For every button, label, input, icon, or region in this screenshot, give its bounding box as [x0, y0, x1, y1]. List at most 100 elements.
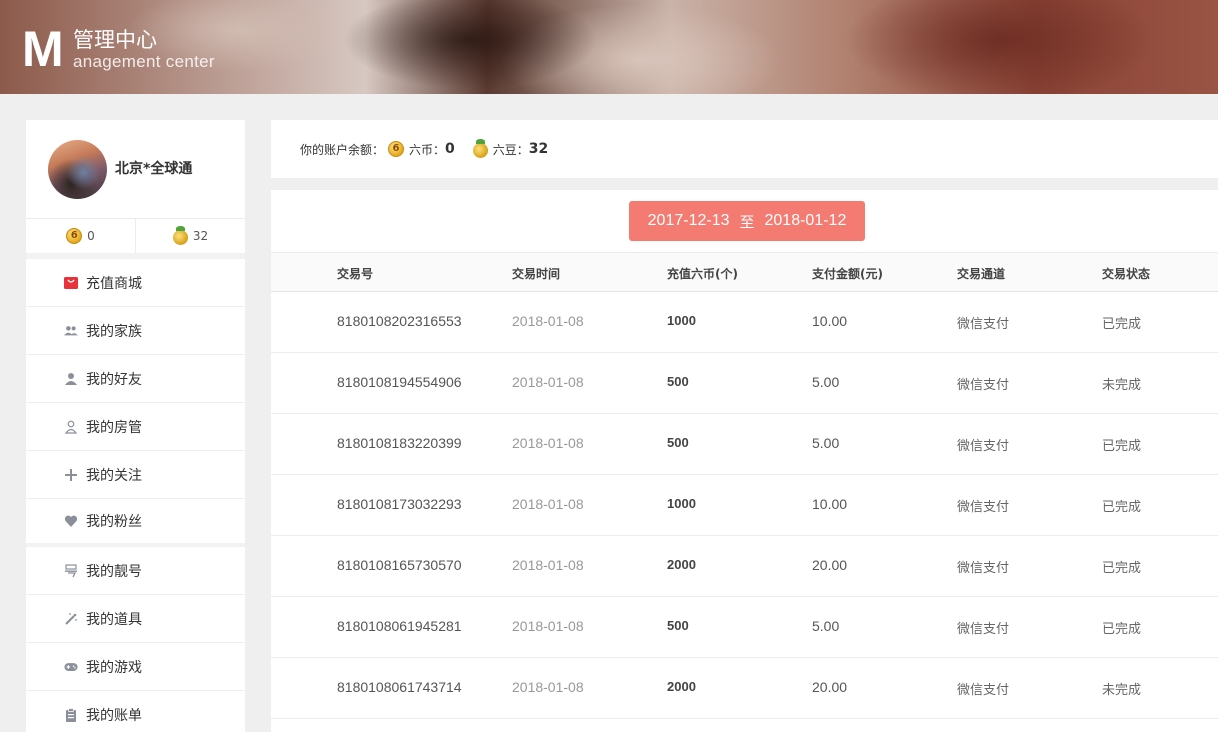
- cell-channel: 微信支付: [957, 622, 1010, 637]
- sidebar-item-label: 充值商城: [86, 275, 142, 292]
- cell-time: 2018-01-08: [512, 679, 584, 695]
- sidebar-item-family[interactable]: 我的家族: [26, 307, 245, 355]
- cell-id: 8180108202316553: [337, 313, 462, 329]
- sidebar-item-label: 我的账单: [86, 707, 142, 724]
- cell-status: 已完成: [1102, 561, 1142, 576]
- cell-status: 未完成: [1102, 378, 1142, 393]
- cell-channel: 微信支付: [957, 561, 1010, 576]
- wand-icon: [64, 612, 78, 626]
- coin-icon: 6: [388, 141, 405, 157]
- sidebar-item-shop[interactable]: 充值商城: [26, 259, 245, 307]
- header-amount: 支付金额(元): [812, 267, 883, 281]
- cell-status: 已完成: [1102, 622, 1142, 637]
- coin-icon: 6: [66, 228, 83, 244]
- cell-channel: 微信支付: [957, 500, 1010, 515]
- avatar[interactable]: [48, 140, 107, 199]
- cell-status: 已完成: [1102, 500, 1142, 515]
- cell-amount: 5.00: [812, 618, 840, 634]
- cell-time: 2018-01-08: [512, 313, 584, 329]
- header-id: 交易号: [337, 267, 374, 281]
- sidebar-item-following[interactable]: 我的关注: [26, 451, 245, 499]
- divider: [271, 178, 1218, 190]
- username: 北京*全球通: [115, 161, 193, 177]
- cell-channel: 微信支付: [957, 683, 1010, 698]
- table-row: 8180108202316553 2018-01-08 1000 10.00 微…: [271, 292, 1218, 353]
- cell-amount: 5.00: [812, 435, 840, 451]
- cell-status: 未完成: [1102, 683, 1142, 698]
- gamepad-icon: [64, 660, 78, 674]
- sidebar-item-label: 我的家族: [86, 323, 142, 340]
- plus-icon: [64, 468, 78, 482]
- date-range-button[interactable]: 2017-12-13 至 2018-01-12: [629, 201, 865, 241]
- heart-icon: [64, 514, 78, 528]
- table-row: 8180108173032293 2018-01-08 1000 10.00 微…: [271, 475, 1218, 536]
- profile-card: 北京*全球通: [26, 120, 245, 219]
- cell-id: 8180108183220399: [337, 435, 462, 451]
- sidebar-item-friends[interactable]: 我的好友: [26, 355, 245, 403]
- cell-channel: 微信支付: [957, 439, 1010, 454]
- account-balance-bar: 你的账户余额： 6 六币： 0 六豆： 32: [271, 120, 1218, 178]
- shop-icon: [64, 276, 78, 290]
- header-channel: 交易通道: [957, 267, 1006, 281]
- main-content: 你的账户余额： 6 六币： 0 六豆： 32 2017-12-13 至 2018…: [271, 120, 1218, 732]
- sidebar-item-label: 我的房管: [86, 419, 142, 436]
- cell-id: 8180108061945281: [337, 618, 462, 634]
- cell-time: 2018-01-08: [512, 435, 584, 451]
- table-row: 8180108061743714 2018-01-08 2000 20.00 微…: [271, 658, 1218, 719]
- cell-amount: 10.00: [812, 313, 848, 329]
- sidebar-item-props[interactable]: 我的道具: [26, 595, 245, 643]
- sidebar-item-fans[interactable]: 我的粉丝: [26, 499, 245, 547]
- date-end: 2018-01-12: [764, 212, 847, 229]
- bean-icon: [472, 138, 488, 158]
- logo-subtitle: anagement center: [73, 52, 215, 71]
- sidebar-item-label: 我的道具: [86, 611, 142, 628]
- friend-icon: [64, 372, 78, 386]
- bean-value: 32: [528, 141, 549, 157]
- cell-coins: 1000: [667, 313, 696, 328]
- coin-balance-value: 0: [87, 229, 95, 243]
- coin-label: 六币：: [409, 142, 446, 157]
- cell-time: 2018-01-08: [512, 374, 584, 390]
- coin-value: 0: [445, 141, 455, 157]
- sidebar-item-label: 我的关注: [86, 467, 142, 484]
- cell-amount: 5.00: [812, 374, 840, 390]
- logo-title: 管理中心: [73, 28, 157, 52]
- cell-coins: 2000: [667, 557, 696, 572]
- cell-coins: 500: [667, 618, 689, 633]
- sidebar-item-numbers[interactable]: 我的靓号: [26, 547, 245, 595]
- cell-coins: 500: [667, 374, 689, 389]
- cell-coins: 1000: [667, 496, 696, 511]
- table-row: 8180108194554906 2018-01-08 500 5.00 微信支…: [271, 353, 1218, 414]
- cell-channel: 微信支付: [957, 378, 1010, 393]
- bean-label: 六豆：: [492, 142, 529, 157]
- admin-icon: [64, 420, 78, 434]
- cell-amount: 20.00: [812, 557, 848, 573]
- bill-icon: [64, 707, 78, 722]
- header-time: 交易时间: [512, 267, 561, 281]
- sidebar-item-bills[interactable]: 我的账单: [26, 691, 245, 732]
- sidebar: 北京*全球通 6 0 32 充值商城 我的家族 我的好友 我的房管 我的关注 我…: [26, 120, 245, 732]
- sidebar-item-admins[interactable]: 我的房管: [26, 403, 245, 451]
- header-status: 交易状态: [1102, 267, 1151, 281]
- header-banner: M 管理中心 anagement center: [0, 0, 1218, 94]
- bean-icon: [172, 225, 188, 245]
- table-header: 交易号 交易时间 充值六币(个) 支付金额(元) 交易通道 交易状态: [271, 252, 1218, 292]
- header-coins: 充值六币(个): [667, 267, 738, 281]
- cell-time: 2018-01-08: [512, 618, 584, 634]
- cell-coins: 500: [667, 435, 689, 450]
- family-icon: [64, 324, 78, 338]
- number-icon: [64, 563, 78, 578]
- bean-balance-value: 32: [192, 229, 209, 243]
- date-start: 2017-12-13: [647, 212, 730, 229]
- table-row: 8180108061945281 2018-01-08 500 5.00 微信支…: [271, 597, 1218, 658]
- sidebar-item-label: 我的好友: [86, 371, 142, 388]
- coin-balance: 6 0: [26, 219, 135, 253]
- logo-letter: M: [22, 21, 64, 77]
- sidebar-item-label: 我的粉丝: [86, 514, 142, 530]
- cell-time: 2018-01-08: [512, 557, 584, 573]
- sidebar-item-games[interactable]: 我的游戏: [26, 643, 245, 691]
- sidebar-item-label: 我的游戏: [86, 659, 142, 676]
- cell-id: 8180108194554906: [337, 374, 462, 390]
- cell-coins: 2000: [667, 679, 696, 694]
- cell-amount: 20.00: [812, 679, 848, 695]
